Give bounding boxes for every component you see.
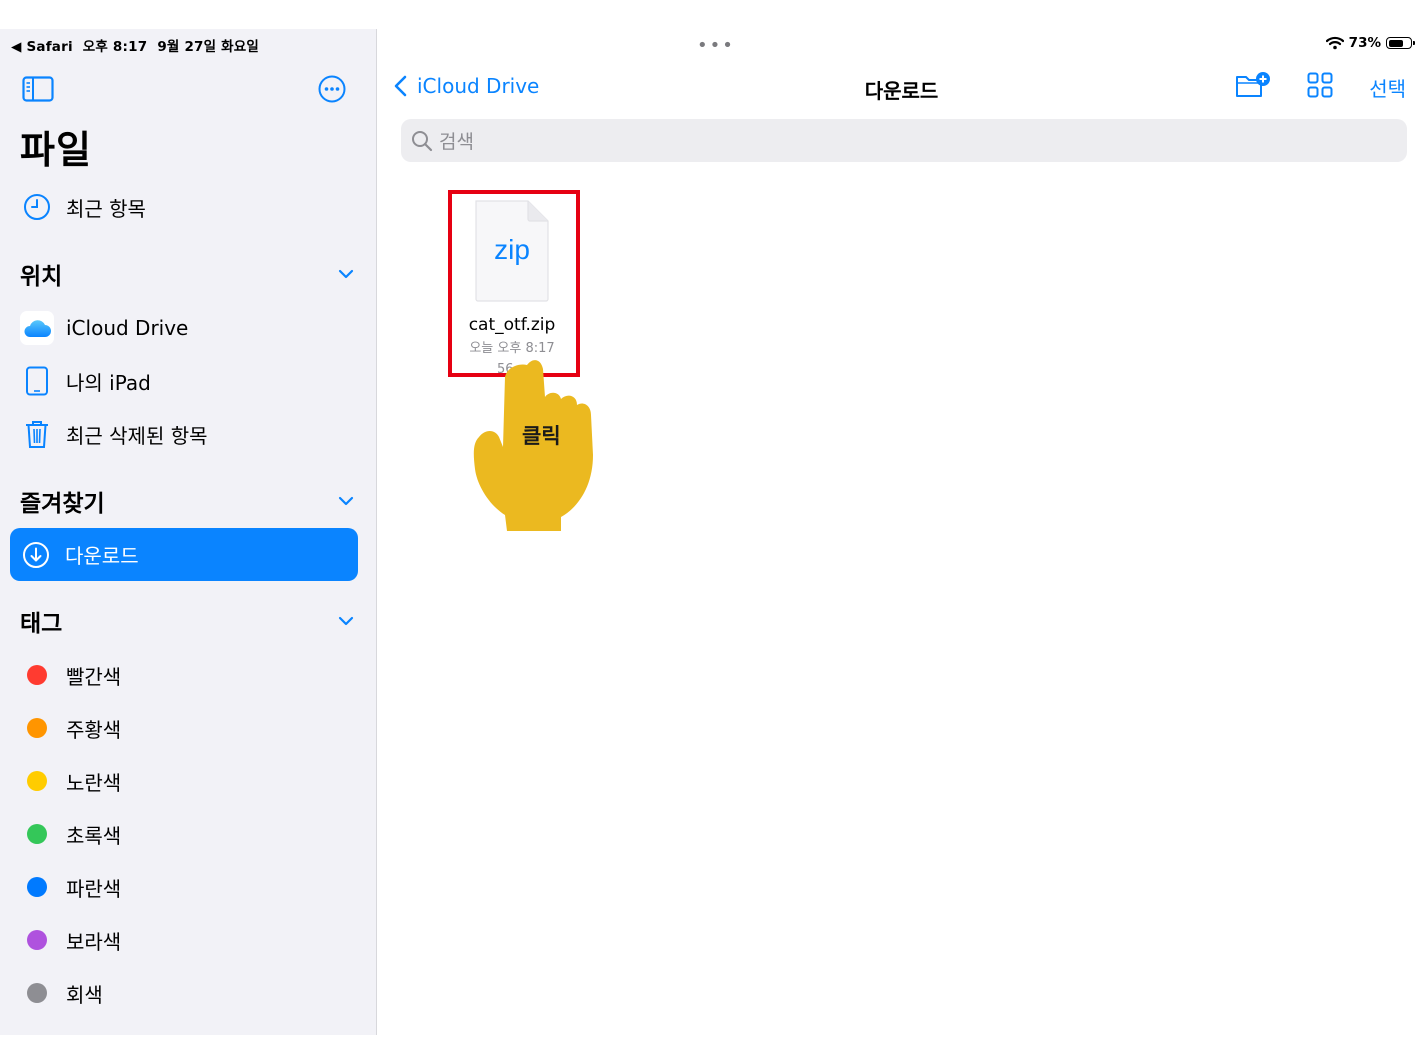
- status-time: 오후 8:17: [82, 39, 148, 55]
- tag-item-blue[interactable]: 파란색: [20, 867, 121, 907]
- page-title: 파일: [20, 128, 92, 172]
- tag-item-red[interactable]: 빨간색: [20, 655, 121, 695]
- sidebar-item-label: 다운로드: [65, 544, 139, 568]
- battery-percent: 73%: [1348, 35, 1381, 51]
- status-date: 9월 27일 화요일: [157, 39, 260, 55]
- tag-item-yellow[interactable]: 노란색: [20, 761, 121, 801]
- toolbar: 선택: [1235, 71, 1406, 104]
- grid-view-icon[interactable]: [1307, 72, 1333, 103]
- battery-icon: [1386, 37, 1415, 49]
- sidebar-item-label: 최근 항목: [66, 196, 146, 221]
- chevron-down-icon: [338, 269, 354, 279]
- back-to-safari[interactable]: ◀ Safari: [11, 39, 73, 55]
- sidebar-item-icloud-drive[interactable]: iCloud Drive: [20, 308, 188, 348]
- tag-color-dot: [27, 824, 47, 844]
- chevron-down-icon: [338, 616, 354, 626]
- icloud-icon: [20, 311, 54, 345]
- download-icon: [19, 538, 53, 572]
- highlight-box: [448, 190, 580, 377]
- tag-label: 파란색: [66, 876, 122, 901]
- sidebar-item-my-ipad[interactable]: 나의 iPad: [20, 361, 151, 401]
- search-placeholder: 검색: [439, 131, 474, 153]
- section-title: 태그: [20, 611, 63, 637]
- tag-item-orange[interactable]: 주황색: [20, 708, 121, 748]
- multitask-handle[interactable]: •••: [697, 35, 735, 56]
- sidebar-toggle-icon[interactable]: [22, 76, 54, 106]
- tag-color-dot: [27, 771, 47, 791]
- section-title: 위치: [20, 264, 63, 290]
- tag-label: 노란색: [66, 770, 122, 795]
- select-button[interactable]: 선택: [1369, 73, 1406, 102]
- tag-color-dot: [27, 718, 47, 738]
- sidebar-item-label: 나의 iPad: [66, 370, 151, 395]
- section-favorites[interactable]: 즐겨찾기: [20, 484, 356, 518]
- ipad-screen: ◀ Safari 오후 8:17 9월 27일 화요일 파일 최근 항목 위치 iC…: [0, 29, 1426, 1035]
- tag-item-gray[interactable]: 회색: [20, 973, 103, 1013]
- sidebar-item-downloads[interactable]: 다운로드: [10, 528, 358, 581]
- tag-color-dot: [27, 930, 47, 950]
- tag-color-dot: [27, 983, 47, 1003]
- tag-label: 초록색: [66, 823, 122, 848]
- sidebar-item-label: iCloud Drive: [66, 316, 189, 340]
- tag-label: 주황색: [66, 717, 122, 742]
- more-options-icon[interactable]: [318, 75, 346, 107]
- tag-color-dot: [27, 877, 47, 897]
- tag-label: 보라색: [66, 929, 122, 954]
- sidebar: ◀ Safari 오후 8:17 9월 27일 화요일 파일 최근 항목 위치 iC…: [0, 29, 377, 1035]
- tag-label: 빨간색: [66, 664, 122, 689]
- section-locations[interactable]: 위치: [20, 257, 356, 291]
- new-folder-icon[interactable]: [1235, 71, 1271, 104]
- status-bar-right: 73%: [1325, 35, 1415, 51]
- click-annotation-label: 클릭: [522, 424, 561, 448]
- tag-item-purple[interactable]: 보라색: [20, 920, 121, 960]
- trash-icon: [20, 417, 54, 451]
- status-bar-left: ◀ Safari 오후 8:17 9월 27일 화요일: [11, 35, 259, 55]
- section-tags[interactable]: 태그: [20, 604, 356, 638]
- section-title: 즐겨찾기: [20, 491, 105, 517]
- sidebar-item-recently-deleted[interactable]: 최근 삭제된 항목: [20, 414, 208, 454]
- sidebar-item-label: 최근 삭제된 항목: [66, 423, 208, 448]
- wifi-icon: [1325, 36, 1344, 50]
- sidebar-item-recents[interactable]: 최근 항목: [20, 187, 146, 227]
- clock-icon: [20, 190, 54, 224]
- search-icon: [412, 130, 433, 151]
- tag-item-green[interactable]: 초록색: [20, 814, 121, 854]
- chevron-down-icon: [338, 496, 354, 506]
- tag-label: 회색: [66, 982, 103, 1007]
- search-field[interactable]: 검색: [401, 119, 1407, 162]
- ipad-icon: [20, 364, 54, 398]
- tag-color-dot: [27, 665, 47, 685]
- main-content: ••• 73% iCloud Drive 다운로드 선택 검색 zip cat_…: [377, 29, 1426, 1035]
